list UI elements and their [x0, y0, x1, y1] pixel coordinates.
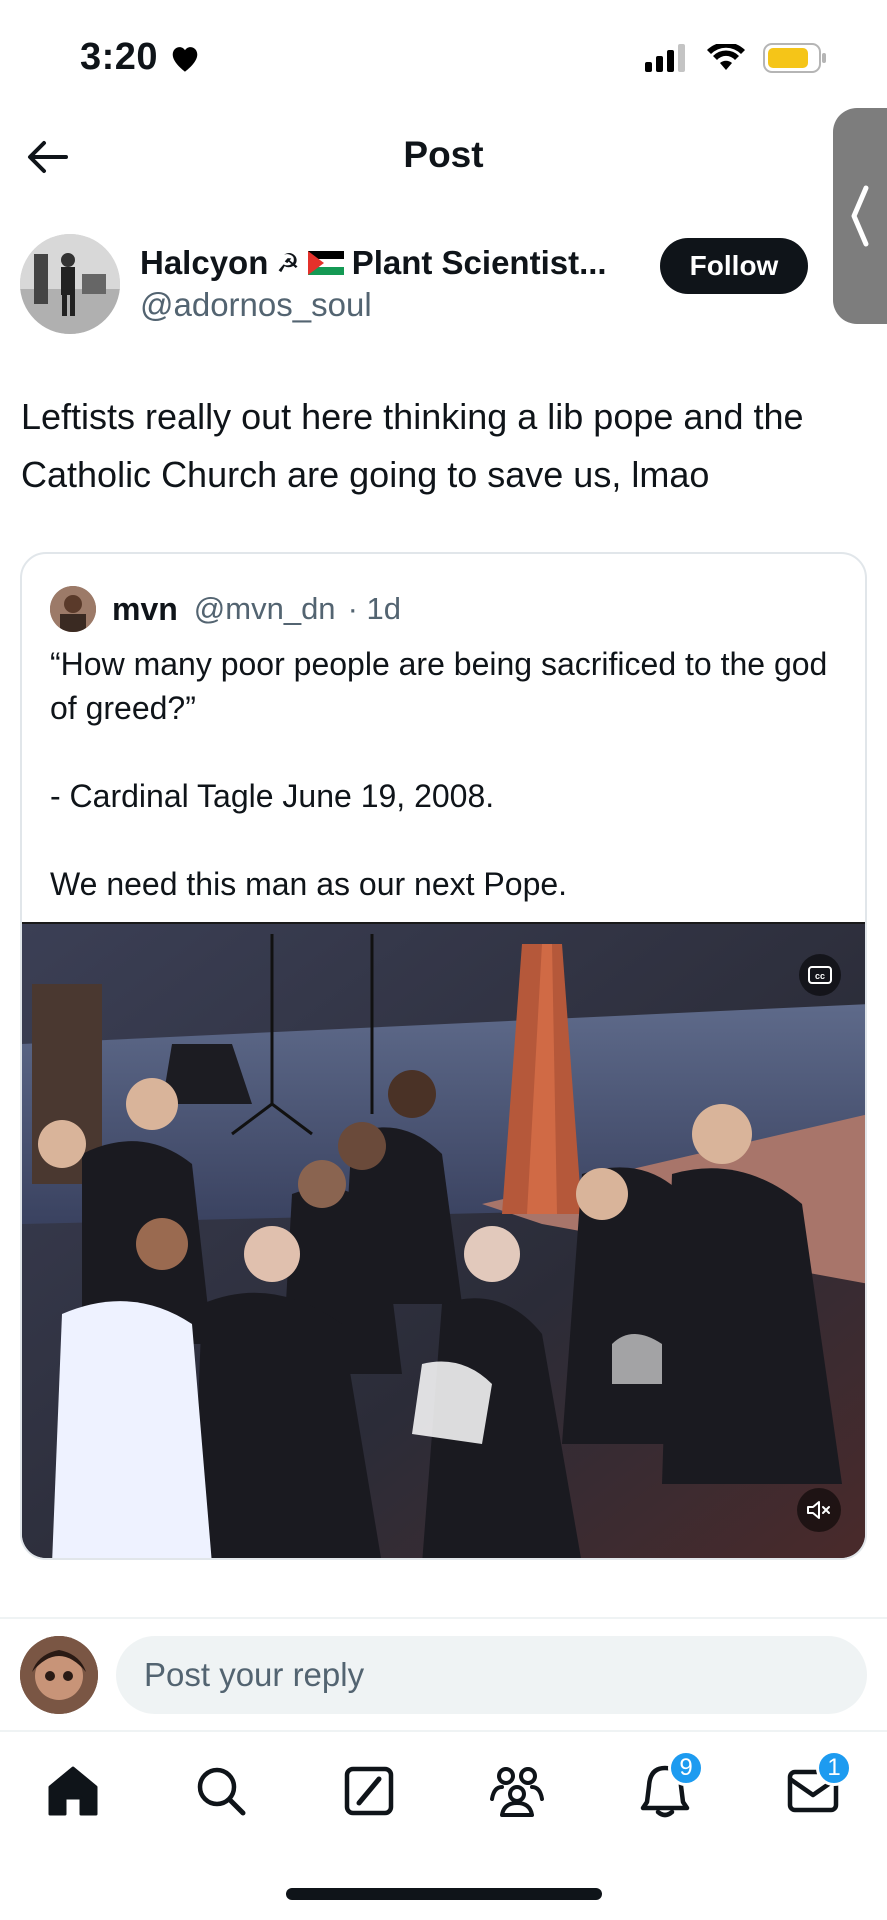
user-avatar[interactable]	[20, 1636, 98, 1714]
heart-icon	[172, 46, 198, 72]
page-title: Post	[403, 134, 484, 175]
video-player[interactable]: cc	[22, 922, 865, 1558]
post-header: Post	[0, 118, 887, 198]
nav-notifications[interactable]: 9	[632, 1750, 704, 1824]
volume-muted-icon	[807, 1501, 830, 1519]
divider	[0, 1617, 887, 1619]
quoted-post-age: · 1d	[347, 591, 401, 626]
nav-grok[interactable]	[336, 1758, 402, 1824]
follow-button[interactable]: Follow	[660, 238, 808, 294]
reply-input[interactable]: Post your reply	[116, 1636, 867, 1714]
avatar-image	[20, 234, 120, 334]
home-indicator	[286, 1888, 602, 1900]
nav-home[interactable]	[40, 1758, 106, 1824]
avatar-image	[50, 586, 96, 632]
nav-messages[interactable]: 1	[780, 1750, 852, 1824]
quoted-author-avatar[interactable]	[50, 586, 96, 632]
quoted-author-name[interactable]: mvn	[112, 591, 178, 628]
author-name-suffix: Plant Scientist...	[351, 244, 607, 281]
home-icon	[48, 1766, 98, 1816]
post-author: Halcyon ☭ Plant Scientist... @adornos_so…	[20, 234, 867, 338]
video-frame	[22, 924, 865, 1558]
wifi-icon	[707, 44, 745, 70]
notification-badge: 9	[668, 1750, 704, 1786]
author-handle[interactable]: @adornos_soul	[140, 286, 372, 324]
quoted-post-header: mvn @mvn_dn · 1d	[50, 584, 401, 634]
quoted-author-handle[interactable]: @mvn_dn	[194, 591, 336, 627]
hammer-sickle-icon: ☭	[276, 247, 300, 278]
status-bar: 3:20	[0, 0, 887, 118]
search-icon	[197, 1767, 246, 1816]
svg-text:cc: cc	[815, 971, 825, 981]
bottom-nav: 9 1	[0, 1732, 887, 1842]
post-text: Leftists really out here thinking a lib …	[21, 396, 804, 495]
battery-icon	[763, 43, 826, 73]
nav-search[interactable]	[188, 1758, 254, 1824]
captions-button[interactable]: cc	[799, 954, 841, 996]
communities-icon	[490, 1767, 544, 1817]
messages-badge: 1	[816, 1750, 852, 1786]
reply-bar: Post your reply	[0, 1630, 887, 1730]
author-name[interactable]: Halcyon ☭ Plant Scientist...	[140, 244, 607, 282]
clock-text: 3:20	[80, 36, 159, 78]
status-time: 3:20	[80, 36, 202, 79]
status-icons	[645, 42, 827, 74]
grok-icon	[344, 1766, 394, 1816]
palestine-flag-icon	[307, 251, 344, 275]
quoted-post-text: “How many poor people are being sacrific…	[50, 646, 828, 902]
mute-button[interactable]	[797, 1488, 841, 1532]
captions-icon: cc	[808, 966, 832, 984]
author-name-text: Halcyon	[140, 244, 269, 281]
quoted-post[interactable]: mvn @mvn_dn · 1d “How many poor people a…	[20, 552, 867, 1560]
nav-communities[interactable]	[484, 1758, 550, 1824]
author-avatar[interactable]	[20, 234, 120, 334]
signal-icon	[645, 44, 685, 72]
avatar-image	[20, 1636, 98, 1714]
